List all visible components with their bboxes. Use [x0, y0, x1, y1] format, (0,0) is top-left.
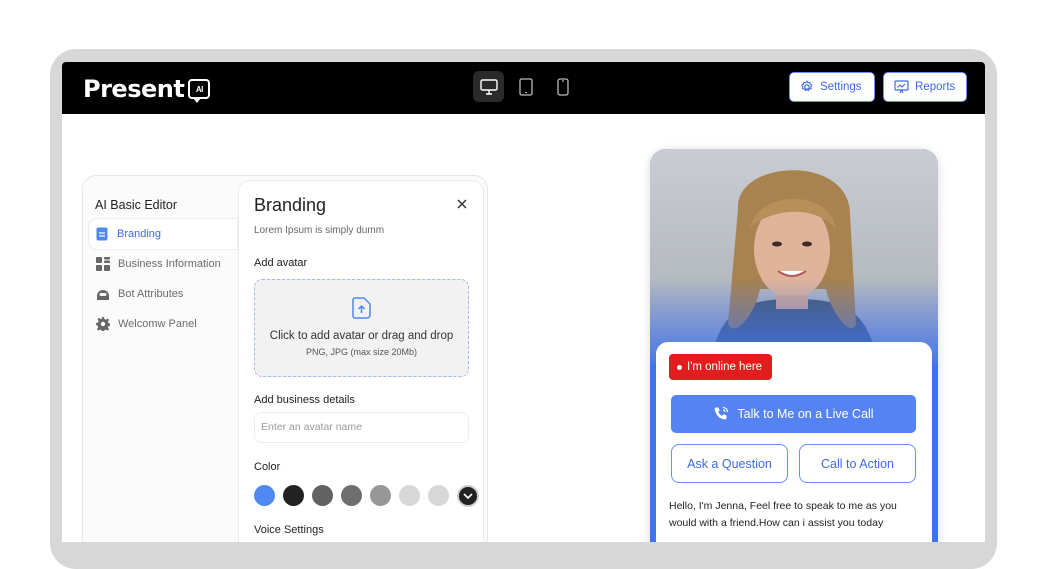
color-swatch[interactable] — [428, 485, 449, 506]
color-swatches — [254, 485, 479, 507]
upload-file-icon — [352, 297, 371, 319]
color-swatch[interactable] — [370, 485, 391, 506]
status-dot-icon — [677, 364, 682, 370]
grid-icon — [96, 257, 110, 271]
close-icon — [457, 199, 467, 209]
greeting-message: Hello, I'm Jenna, Feel free to speak to … — [669, 500, 897, 529]
bot-icon — [97, 290, 109, 300]
color-label: Color — [254, 461, 281, 473]
more-colors-button[interactable] — [457, 485, 479, 507]
avatar-photo — [650, 149, 938, 364]
reports-button[interactable]: Reports — [883, 72, 967, 102]
online-status-badge: I'm online here — [669, 354, 773, 380]
voice-settings-label: Voice Settings — [254, 524, 324, 536]
desktop-icon — [479, 78, 498, 95]
color-swatch[interactable] — [283, 485, 304, 506]
color-swatch[interactable] — [399, 485, 420, 506]
branding-title: Branding — [254, 195, 327, 215]
reports-label: Reports — [915, 81, 956, 93]
live-call-button[interactable]: Talk to Me on a Live Call — [671, 395, 916, 433]
phone-call-icon — [714, 406, 729, 420]
sidebar-item-label: Bot Attributes — [118, 288, 184, 300]
sidebar-item-bot-attributes[interactable]: Bot Attributes — [89, 279, 237, 309]
gear-icon — [96, 317, 110, 331]
chevron-down-icon — [463, 492, 473, 499]
chat-card: I'm online here Talk to Me on a Live Cal… — [656, 342, 932, 542]
tablet-icon — [518, 77, 533, 96]
device-toggle-group — [473, 71, 578, 102]
upload-hint: PNG, JPG (max size 20Mb) — [305, 347, 418, 357]
editor-title: AI Basic Editor — [95, 198, 177, 212]
online-label: I'm online here — [687, 361, 763, 373]
close-button[interactable] — [457, 197, 467, 213]
ai-basic-editor: AI Basic Editor Branding Business Inform… — [82, 175, 488, 542]
live-call-label: Talk to Me on a Live Call — [737, 407, 874, 421]
color-swatch[interactable] — [341, 485, 362, 506]
app-screen: Present AI Settings Reports AI Basic Edi… — [62, 62, 985, 542]
avatar-name-input[interactable]: Enter an avatar name — [254, 412, 469, 443]
gear-icon — [801, 80, 813, 92]
preview-widget: I'm online here Talk to Me on a Live Cal… — [650, 149, 938, 542]
ask-question-button[interactable]: Ask a Question — [671, 444, 788, 483]
logo-text: Present — [83, 75, 185, 103]
call-to-action-button[interactable]: Call to Action — [799, 444, 916, 483]
settings-button[interactable]: Settings — [789, 72, 875, 102]
branding-panel: Branding Lorem Ipsum is simply dumm Add … — [238, 180, 484, 542]
tablet-view-button[interactable] — [510, 71, 541, 102]
sidebar-item-label: Branding — [117, 228, 162, 240]
app-logo[interactable]: Present AI — [83, 75, 211, 103]
branding-subtitle: Lorem Ipsum is simply dumm — [254, 225, 385, 236]
device-frame: Present AI Settings Reports AI Basic Edi… — [50, 49, 997, 569]
avatar-dropzone[interactable]: Click to add avatar or drag and drop PNG… — [254, 279, 469, 377]
color-swatch[interactable] — [254, 485, 275, 506]
sidebar-item-label: Business Information — [118, 258, 221, 270]
sidebar-item-business-information[interactable]: Business Information — [89, 249, 237, 279]
business-details-label: Add business details — [254, 394, 355, 406]
desktop-view-button[interactable] — [473, 71, 504, 102]
upload-text: Click to add avatar or drag and drop — [269, 330, 454, 342]
color-swatch[interactable] — [312, 485, 333, 506]
sidebar-item-welcome-panel[interactable]: Welcomw Panel — [89, 309, 237, 339]
sidebar-item-branding[interactable]: Branding — [89, 219, 237, 249]
logo-badge-icon: AI — [188, 79, 211, 103]
mobile-view-button[interactable] — [547, 71, 578, 102]
reports-icon — [894, 80, 909, 94]
settings-label: Settings — [820, 81, 862, 93]
sidebar-item-label: Welcomw Panel — [118, 318, 197, 330]
document-icon — [96, 227, 108, 241]
add-avatar-label: Add avatar — [254, 257, 308, 269]
editor-sidebar: AI Basic Editor Branding Business Inform… — [83, 176, 239, 542]
top-bar: Present AI Settings Reports — [62, 62, 985, 114]
mobile-icon — [556, 77, 569, 96]
